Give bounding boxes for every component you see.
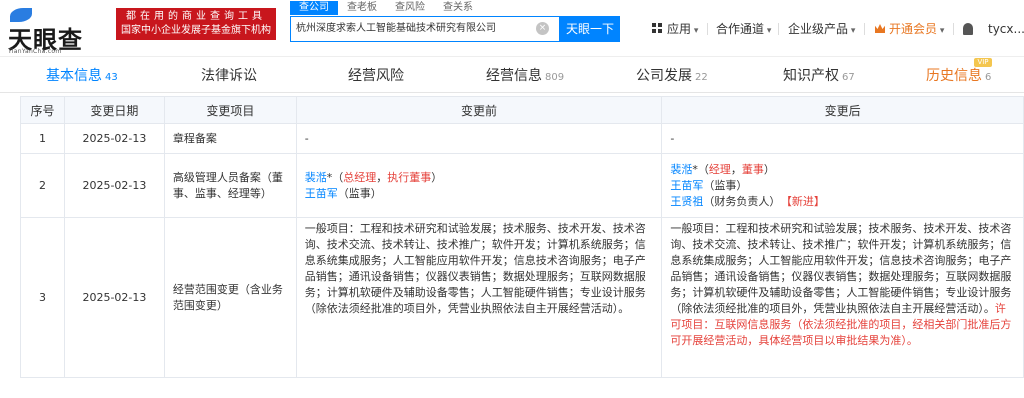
- row-after: 裴湉*（经理，董事） 王苗军（监事） 王贤祖（财务负责人） 【新进】: [661, 153, 1024, 218]
- table-row: 1 2025-02-13 章程备案 - -: [20, 123, 1024, 154]
- role-separator: ，: [730, 162, 742, 176]
- nav-divider: [707, 23, 708, 35]
- col-header-date: 变更日期: [63, 96, 165, 124]
- tab-basic-info[interactable]: 基本信息 43: [46, 65, 118, 85]
- tab-label: 历史信息: [926, 68, 982, 84]
- tab-label: 知识产权: [783, 68, 839, 84]
- person-name-link[interactable]: 王贤祖: [670, 195, 703, 208]
- search-tab-relation[interactable]: 查关系: [434, 1, 482, 15]
- changed-role: 董事: [741, 162, 764, 176]
- promo-banner[interactable]: 都在用的商业查询工具 国家中小企业发展子基金旗下机构: [116, 8, 276, 40]
- row-date: 2025-02-13: [63, 217, 165, 378]
- changed-role: 总经理: [343, 170, 377, 184]
- tab-count: 67: [842, 72, 855, 83]
- nav-divider: [864, 23, 865, 35]
- changed-role: 执行董事: [387, 170, 432, 184]
- crown-icon: [875, 24, 885, 33]
- table-row: 2 2025-02-13 高级管理人员备案（董事、监事、经理等） 裴湉*（总经理…: [20, 153, 1024, 218]
- person-role: （监事）: [337, 186, 382, 200]
- role-paren: ）: [763, 162, 775, 176]
- nav-app-menu[interactable]: 应用: [667, 20, 698, 38]
- nav-cooperation-menu[interactable]: 合作通道: [716, 20, 771, 38]
- tab-label: 经营风险: [348, 68, 404, 84]
- table-header-row: 序号 变更日期 变更项目 变更前 变更后: [20, 96, 1024, 124]
- person-line: 王贤祖（财务负责人） 【新进】: [670, 194, 1015, 210]
- clear-search-icon[interactable]: ×: [536, 22, 549, 35]
- tab-count: 22: [695, 72, 708, 83]
- search-type-tabs: 查公司 查老板 查风险 查关系: [290, 1, 482, 15]
- search-tab-risk[interactable]: 查风险: [386, 1, 434, 15]
- tab-development[interactable]: 公司发展 22: [636, 65, 708, 85]
- bell-icon[interactable]: [963, 23, 973, 35]
- row-date: 2025-02-13: [63, 153, 165, 218]
- person-line: 裴湉*（总经理，执行董事）: [305, 170, 654, 186]
- person-name-link[interactable]: 裴湉: [305, 171, 327, 184]
- user-account[interactable]: tycx...: [988, 20, 1024, 38]
- person-role: （财务负责人）: [703, 194, 781, 208]
- search-tab-company[interactable]: 查公司: [290, 1, 338, 15]
- row-item: 章程备案: [163, 123, 297, 154]
- top-header: 天眼查 TianYanCha.com 都在用的商业查询工具 国家中小企业发展子基…: [0, 0, 1024, 57]
- search-input[interactable]: 杭州深度求索人工智能基础技术研究有限公司: [290, 16, 560, 42]
- tab-business-risk[interactable]: 经营风险: [348, 65, 404, 85]
- nav-vip-menu[interactable]: 开通会员: [889, 20, 944, 38]
- person-name-link[interactable]: 王苗军: [670, 179, 703, 192]
- nav-enterprise-menu[interactable]: 企业级产品: [788, 20, 855, 38]
- tab-business-info[interactable]: 经营信息 809: [486, 65, 564, 85]
- col-header-before: 变更前: [295, 96, 663, 124]
- table-row: 3 2025-02-13 经营范围变更（含业务范围变更） 一般项目：工程和技术研…: [20, 217, 1024, 378]
- role-paren: （: [697, 162, 709, 176]
- role-paren: ）: [431, 170, 443, 184]
- nav-divider: [778, 23, 779, 35]
- col-header-item: 变更项目: [163, 96, 297, 124]
- search-tab-boss[interactable]: 查老板: [338, 1, 386, 15]
- row-item: 高级管理人员备案（董事、监事、经理等）: [163, 153, 297, 218]
- role-paren: （: [332, 170, 344, 184]
- changed-role: 经理: [708, 162, 731, 176]
- person-line: 王苗军（监事）: [670, 178, 1015, 194]
- row-after: -: [661, 123, 1024, 154]
- tab-count: 809: [545, 72, 565, 83]
- role-separator: ，: [376, 170, 388, 184]
- person-line: 裴湉*（经理，董事）: [670, 162, 1015, 178]
- scope-text: 一般项目：工程和技术研究和试验发展；技术服务、技术开发、技术咨询、技术交流、技术…: [670, 222, 1012, 315]
- apps-grid-icon: [652, 23, 663, 34]
- row-index: 1: [20, 123, 65, 154]
- tab-label: 经营信息: [486, 68, 542, 84]
- row-before: -: [295, 123, 663, 154]
- new-entry-tag: 【新进】: [786, 194, 825, 208]
- change-records-table: 序号 变更日期 变更项目 变更前 变更后 1 2025-02-13 章程备案 -…: [20, 96, 1024, 378]
- row-after: 一般项目：工程和技术研究和试验发展；技术服务、技术开发、技术咨询、技术交流、技术…: [661, 217, 1024, 378]
- tab-label: 基本信息: [46, 68, 102, 84]
- tab-label: 法律诉讼: [201, 68, 257, 84]
- row-item: 经营范围变更（含业务范围变更）: [163, 217, 297, 378]
- row-index: 2: [20, 153, 65, 218]
- logo-domain-text: TianYanCha.com: [8, 48, 62, 55]
- site-logo[interactable]: 天眼查 TianYanCha.com: [6, 6, 98, 56]
- person-role: （监事）: [703, 178, 748, 192]
- col-header-after: 变更后: [661, 96, 1024, 124]
- row-before: 一般项目：工程和技术研究和试验发展；技术服务、技术开发、技术咨询、技术交流、技术…: [295, 217, 663, 378]
- tab-intellectual-property[interactable]: 知识产权 67: [783, 65, 855, 85]
- col-header-index: 序号: [20, 96, 65, 124]
- promo-line-2: 国家中小企业发展子基金旗下机构: [121, 25, 271, 36]
- company-section-tabs: 基本信息 43 法律诉讼 经营风险 经营信息 809 公司发展 22 知识产权 67 历…: [0, 57, 1024, 93]
- search-button[interactable]: 天眼一下: [560, 16, 620, 42]
- tab-label: 公司发展: [636, 68, 692, 84]
- tab-litigation[interactable]: 法律诉讼: [201, 65, 257, 85]
- person-name-link[interactable]: 裴湉: [670, 163, 692, 176]
- tab-count: 43: [105, 72, 118, 83]
- row-before: 裴湉*（总经理，执行董事） 王苗军（监事）: [295, 153, 663, 218]
- promo-line-1: 都在用的商业查询工具: [126, 11, 266, 22]
- person-name-link[interactable]: 王苗军: [305, 187, 338, 200]
- vip-badge: VIP: [974, 58, 992, 67]
- row-date: 2025-02-13: [63, 123, 165, 154]
- person-line: 王苗军（监事）: [305, 186, 654, 202]
- tab-history[interactable]: 历史信息 6: [926, 65, 991, 85]
- tab-count: 6: [985, 72, 992, 83]
- nav-divider: [953, 23, 954, 35]
- row-index: 3: [20, 217, 65, 378]
